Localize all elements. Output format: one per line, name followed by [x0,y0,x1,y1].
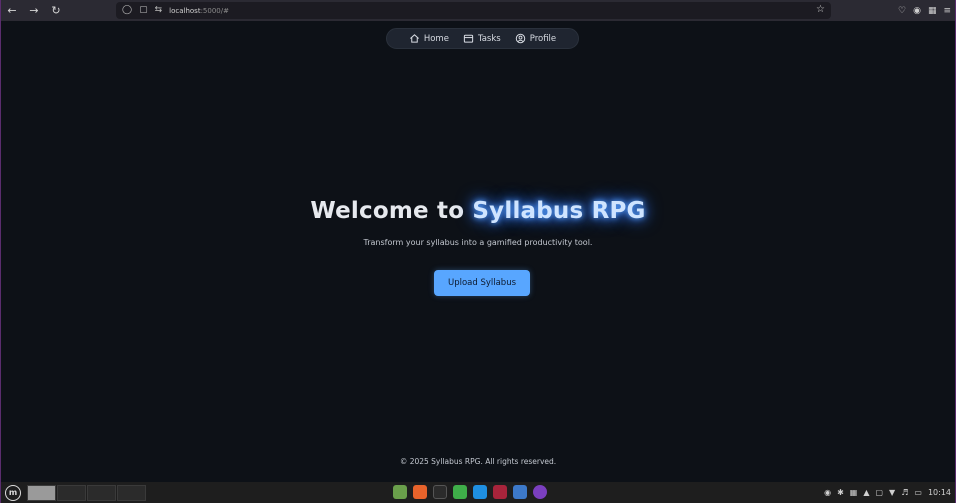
vscode-app-icon[interactable] [473,485,487,499]
system-tray: ◉ ✱ ▦ ▲ ▢ ▼ ♬ ▭ 10:14 [824,482,951,503]
reload-icon: ↻ [51,4,61,17]
hero-brand-name: Syllabus RPG [472,198,646,224]
pocket-icon[interactable]: ♡ [898,6,906,16]
workspace-1[interactable] [27,484,56,501]
wifi-icon[interactable]: ▼ [889,488,895,497]
url-text[interactable]: localhost:5000/# [169,7,229,15]
firefox-app-icon[interactable] [413,485,427,499]
permissions-icon[interactable]: ⇆ [155,6,163,15]
terminal-app-icon[interactable] [433,485,447,499]
tor-app-icon[interactable] [533,485,547,499]
reload-button[interactable]: ↻ [45,0,67,21]
hero-title-prefix: Welcome to [310,198,473,224]
forward-arrow-icon: → [29,4,39,17]
url-host: localhost [169,6,201,15]
bluetooth-icon[interactable]: ✱ [837,488,844,497]
upload-syllabus-button[interactable]: Upload Syllabus [434,270,530,296]
hero-title: Welcome to Syllabus RPG [1,198,955,224]
forward-button[interactable]: → [23,0,45,21]
back-arrow-icon: ← [7,4,17,17]
nav-profile[interactable]: Profile [515,33,556,44]
browser-toolbar: ← → ↻ ◯ ▢ ⇆ localhost:5000/# ☆ ♡ ◉ ▦ ≡ [1,0,955,21]
start-menu-button[interactable]: m [5,484,21,501]
nav-tasks[interactable]: Tasks [463,33,501,44]
bookmark-star-icon[interactable]: ☆ [816,4,825,15]
extensions-puzzle-icon[interactable]: ▦ [928,6,937,16]
hamburger-menu-icon[interactable]: ≡ [943,6,951,16]
back-button[interactable]: ← [1,0,23,21]
top-nav: Home Tasks Profile [386,28,579,49]
nav-home-label: Home [423,33,449,44]
notes-icon[interactable]: ▢ [875,488,883,497]
settings-app-icon[interactable] [513,485,527,499]
footer-copyright: © 2025 Syllabus RPG. All rights reserved… [399,457,557,466]
update-icon[interactable]: ◉ [824,488,831,497]
nav-home[interactable]: Home [409,33,449,44]
shield-tray-icon[interactable]: ▲ [863,488,869,497]
volume-icon[interactable]: ♬ [901,488,908,497]
tasks-icon [463,34,474,43]
mint-logo-icon: m [8,488,18,497]
workspace-4[interactable] [117,484,146,501]
hero-subtitle: Transform your syllabus into a gamified … [363,238,593,247]
profile-icon [515,33,525,44]
nav-profile-label: Profile [529,33,557,44]
shield-icon: ◯ [122,5,133,15]
page-icon: ▢ [139,5,148,15]
app-dock [393,485,547,499]
clock[interactable]: 10:14 [928,488,951,497]
web-page: Home Tasks Profile Welcome to Syllabus R… [1,21,955,482]
nav-tasks-label: Tasks [477,33,501,44]
vivaldi-app-icon[interactable] [493,485,507,499]
extension-icon[interactable]: ◉ [913,6,921,16]
os-taskbar: m ◉ ✱ ▦ ▲ ▢ ▼ ♬ ▭ 10:14 [1,482,955,503]
home-icon [409,34,419,43]
url-port-path: :5000/# [200,6,229,15]
browser-toolbar-right: ♡ ◉ ▦ ≡ [898,0,951,21]
editor-app-icon[interactable] [453,485,467,499]
files-app-icon[interactable] [393,485,407,499]
battery-icon[interactable]: ▭ [914,488,922,497]
address-bar[interactable]: ◯ ▢ ⇆ localhost:5000/# ☆ [116,2,831,19]
screen: ← → ↻ ◯ ▢ ⇆ localhost:5000/# ☆ ♡ ◉ ▦ ≡ H… [0,0,956,503]
workspace-2[interactable] [57,484,86,501]
workspace-switcher [27,484,146,501]
workspace-3[interactable] [87,484,116,501]
clipboard-icon[interactable]: ▦ [850,488,858,497]
